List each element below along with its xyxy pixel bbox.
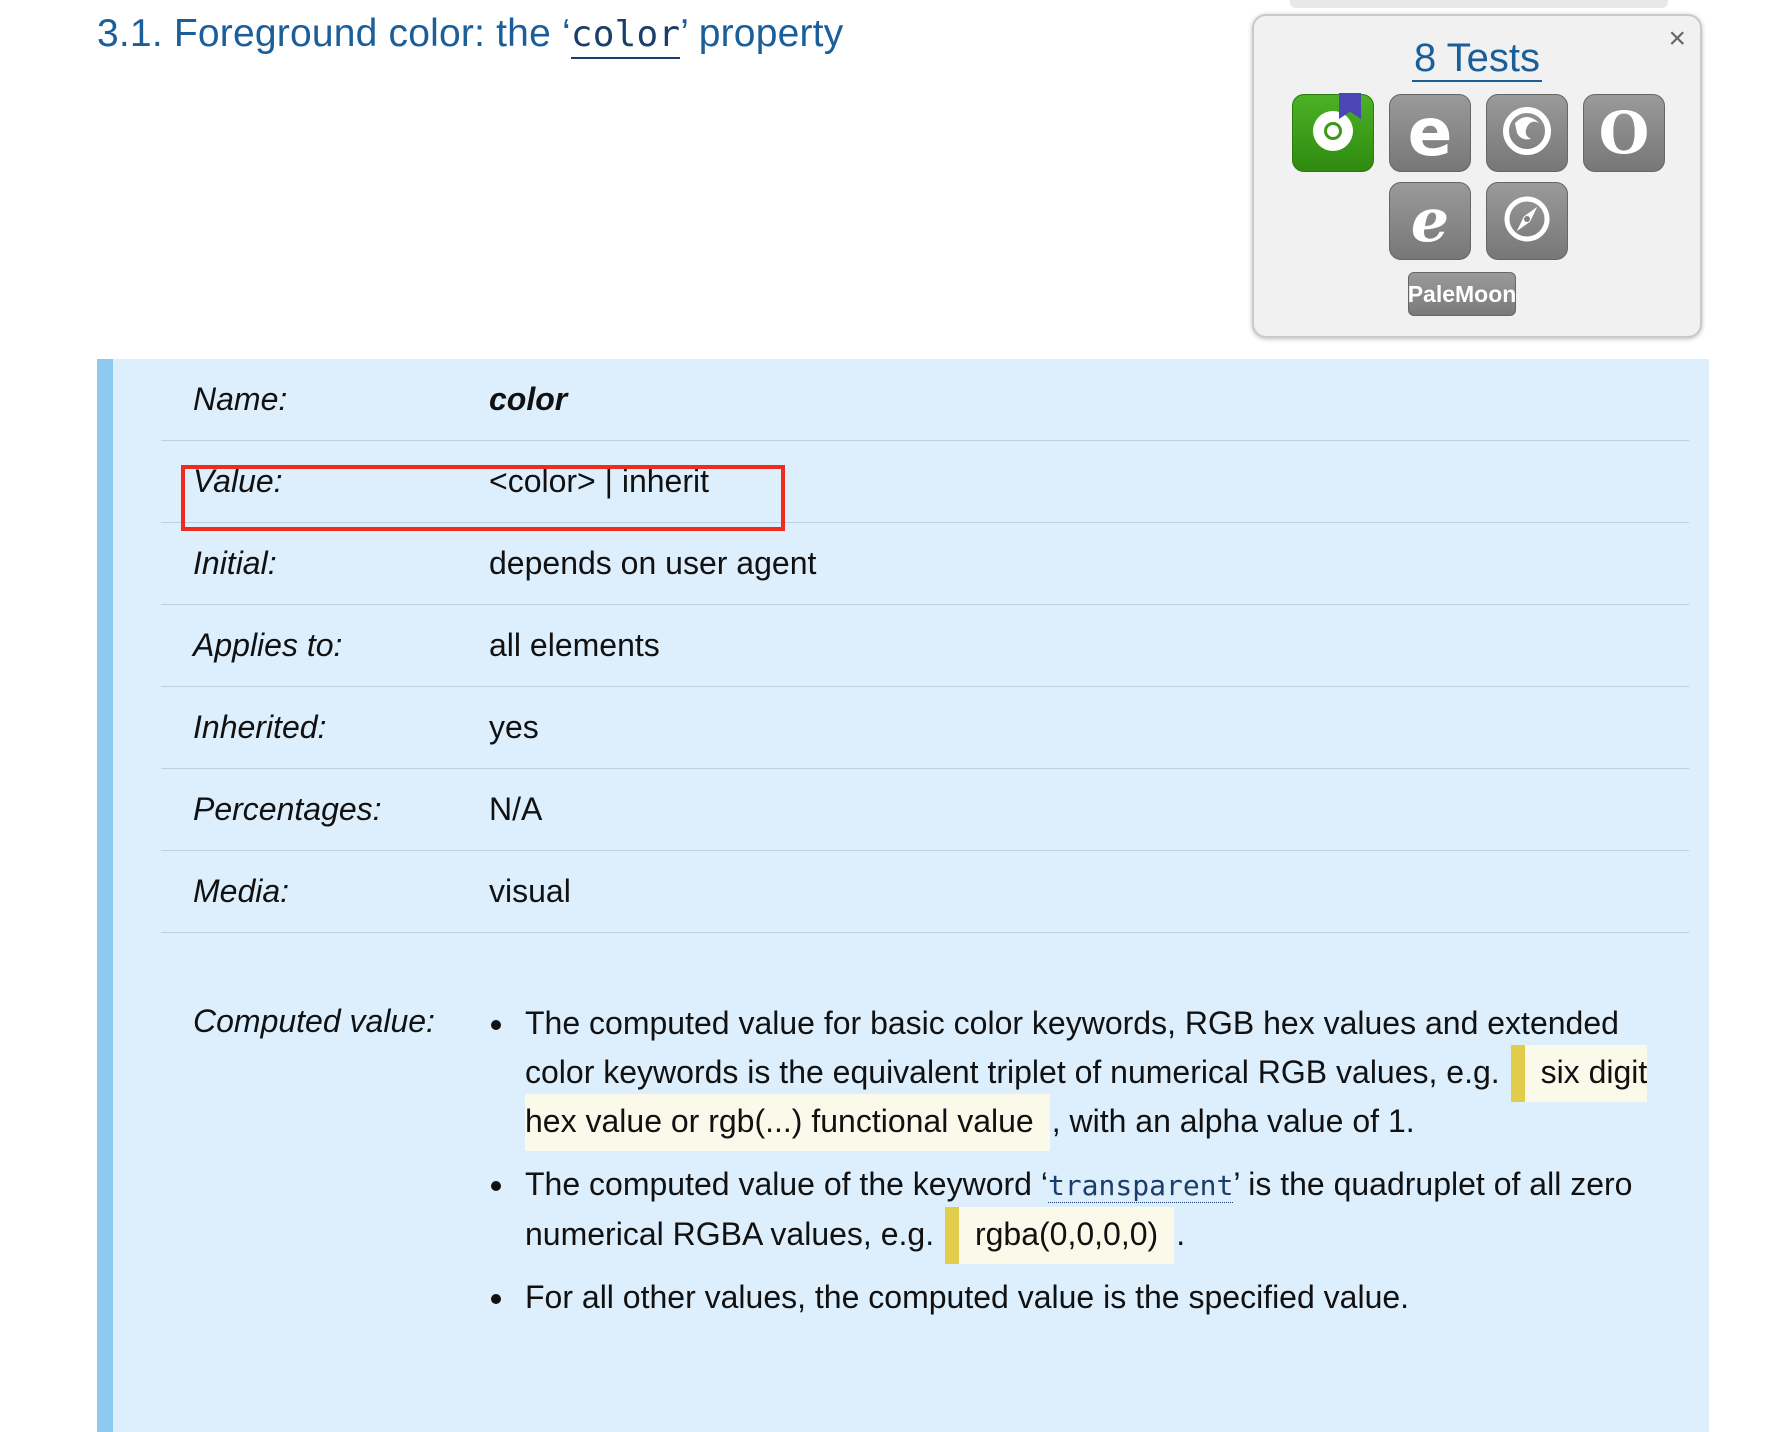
tests-panel: × 8 Tests e O e PaleMoon [1252,14,1702,338]
browser-edge-button[interactable]: e [1389,94,1471,172]
opera-icon: O [1598,99,1650,167]
tests-title: 8 Tests [1254,36,1700,82]
propdef-row-percentages: Percentages: N/A [161,769,1689,851]
row-value: visual [489,873,571,909]
row-key: Media: [193,873,290,909]
propdef-row-initial: Initial: depends on user agent [161,523,1689,605]
browser-safari-button[interactable] [1486,182,1568,260]
list-item: The computed value for basic color keywo… [491,999,1665,1151]
tests-count-link[interactable]: 8 Tests [1412,36,1542,82]
row-key: Percentages: [193,791,382,827]
row-value: <color> | inherit [489,463,709,499]
row-value: depends on user agent [489,545,817,581]
row-value: yes [489,709,539,745]
list-item: For all other values, the computed value… [491,1273,1665,1322]
propdef-row-name: Name: color [161,359,1689,441]
transparent-keyword-link[interactable]: transparent [1047,1169,1234,1203]
row-value: all elements [489,627,660,663]
heading-open-quote: ‘ [562,12,571,55]
palemoon-button[interactable]: PaleMoon [1408,272,1516,316]
row-value: color [489,381,568,417]
row-key: Value: [193,463,283,499]
panel-top-strip [1290,0,1668,8]
row-key: Initial: [193,545,277,581]
bullet-text: . [1176,1216,1186,1252]
bullet-text: The computed value of the keyword ‘ [525,1166,1048,1202]
row-key: Name: [193,381,288,417]
bullet-text: , with an alpha value of 1. [1051,1103,1415,1139]
row-key: Inherited: [193,709,327,745]
browser-opera-button[interactable]: O [1583,94,1665,172]
propdef-row-media: Media: visual [161,851,1689,933]
heading-close-quote: ’ [680,12,688,55]
property-name-link[interactable]: color [570,14,681,59]
heading-prefix: 3.1. Foreground color: the [97,12,563,55]
edge-icon: e [1407,94,1453,171]
bullet-text: For all other values, the computed value… [525,1279,1410,1315]
list-item: The computed value of the keyword ‘trans… [491,1160,1665,1264]
propdef-row-applies-to: Applies to: all elements [161,605,1689,687]
propdef-row-inherited: Inherited: yes [161,687,1689,769]
firefox-icon [1501,105,1553,162]
bullet-text: The computed value for basic color keywo… [525,1005,1619,1090]
heading-suffix: property [687,12,844,55]
browser-chrome-button[interactable] [1292,93,1374,172]
section-heading: 3.1. Foreground color: the ‘color’ prope… [97,12,844,59]
row-key: Applies to: [193,627,343,663]
propdef-row-value: Value: <color> | inherit [161,441,1689,523]
ie-icon: e [1410,186,1450,256]
property-definition-table: Name: color Value: <color> | inherit Ini… [97,359,1709,1432]
computed-value-key: Computed value: [193,1003,435,1039]
browser-firefox-button[interactable] [1486,94,1568,172]
browser-ie-button[interactable]: e [1389,182,1471,260]
row-value: N/A [489,791,543,827]
chrome-icon [1308,106,1358,161]
computed-value-list: The computed value for basic color keywo… [491,999,1665,1336]
safari-icon [1501,193,1553,250]
note-highlight: rgba(0,0,0,0) [944,1207,1175,1264]
